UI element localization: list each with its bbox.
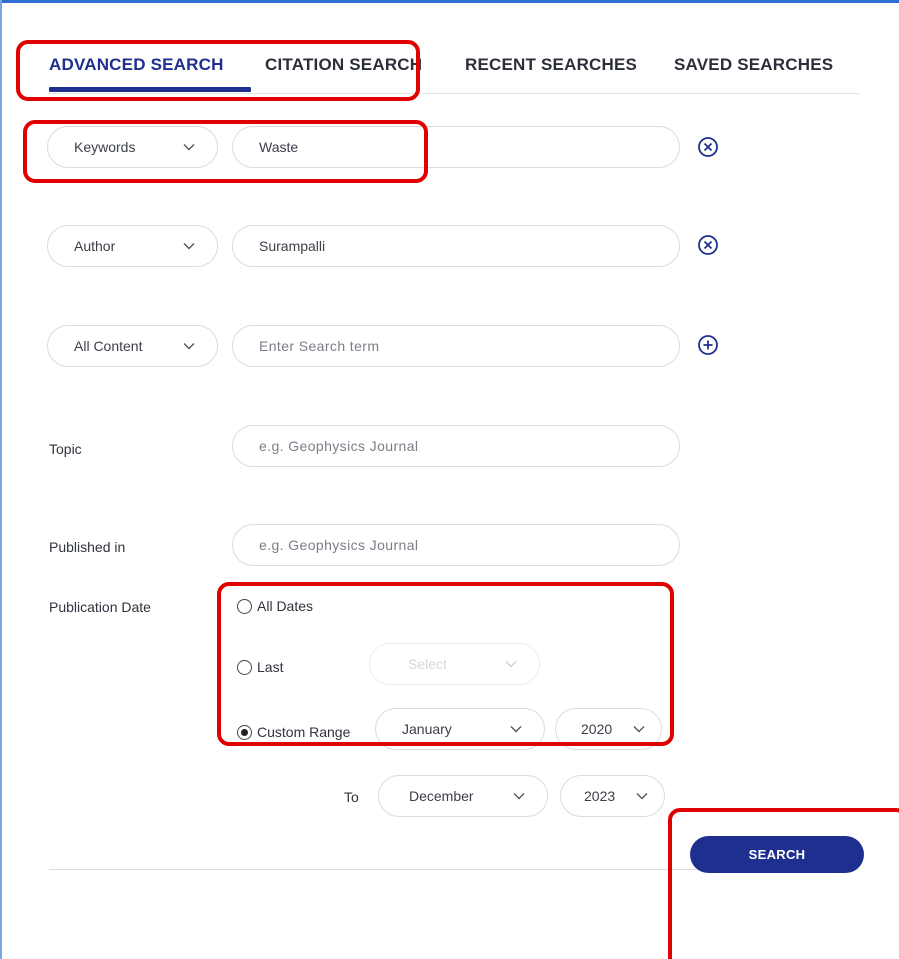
tab-recent-searches[interactable]: RECENT SEARCHES — [465, 55, 637, 75]
from-month-value: January — [402, 721, 452, 737]
radio-circle — [237, 724, 252, 740]
field-select-label: All Content — [74, 338, 143, 354]
topic-input[interactable]: e.g. Geophysics Journal — [232, 425, 680, 467]
chevron-down-icon — [633, 723, 645, 735]
field-select-keywords[interactable]: Keywords — [47, 126, 218, 168]
close-circle-icon[interactable] — [697, 136, 719, 158]
radio-circle — [237, 659, 252, 675]
radio-custom-range[interactable]: Custom Range — [237, 724, 350, 740]
search-term-input-all-content[interactable]: Enter Search term — [232, 325, 680, 367]
left-border — [0, 0, 2, 959]
to-label: To — [344, 789, 359, 805]
search-term-value: Surampalli — [259, 238, 326, 254]
search-term-input-keywords[interactable]: Waste — [232, 126, 680, 168]
active-tab-indicator — [49, 87, 251, 92]
close-circle-icon[interactable] — [697, 234, 719, 256]
search-term-value: Waste — [259, 139, 299, 155]
search-term-input-author[interactable]: Surampalli — [232, 225, 680, 267]
from-year-value: 2020 — [581, 721, 613, 737]
field-select-label: Keywords — [74, 139, 136, 155]
chevron-down-icon — [513, 790, 525, 802]
chevron-down-icon — [183, 340, 195, 352]
to-year-select[interactable]: 2023 — [560, 775, 665, 817]
published-in-input[interactable]: e.g. Geophysics Journal — [232, 524, 680, 566]
radio-last[interactable]: Last — [237, 659, 283, 675]
chevron-down-icon — [183, 240, 195, 252]
topic-label: Topic — [49, 441, 82, 457]
top-accent-bar — [0, 0, 899, 3]
field-select-label: Author — [74, 238, 116, 254]
to-year-value: 2023 — [584, 788, 616, 804]
radio-all-dates[interactable]: All Dates — [237, 598, 313, 614]
to-month-select[interactable]: December — [378, 775, 548, 817]
published-in-placeholder: e.g. Geophysics Journal — [259, 537, 419, 553]
last-period-placeholder: Select — [408, 656, 447, 672]
search-term-placeholder: Enter Search term — [259, 338, 380, 354]
from-year-select[interactable]: 2020 — [555, 708, 662, 750]
published-in-label: Published in — [49, 539, 126, 555]
radio-label: All Dates — [257, 598, 314, 614]
to-month-value: December — [409, 788, 474, 804]
field-select-all-content[interactable]: All Content — [47, 325, 218, 367]
last-period-select[interactable]: Select — [369, 643, 540, 685]
from-month-select[interactable]: January — [375, 708, 545, 750]
field-select-author[interactable]: Author — [47, 225, 218, 267]
search-button[interactable]: SEARCH — [690, 836, 864, 873]
publication-date-label: Publication Date — [49, 599, 151, 615]
tab-divider — [49, 93, 859, 94]
tab-citation-search[interactable]: CITATION SEARCH — [265, 55, 422, 75]
tab-saved-searches[interactable]: SAVED SEARCHES — [674, 55, 833, 75]
topic-placeholder: e.g. Geophysics Journal — [259, 438, 419, 454]
highlight-box-search — [668, 808, 899, 959]
chevron-down-icon — [510, 723, 522, 735]
chevron-down-icon — [505, 658, 517, 670]
radio-label: Custom Range — [257, 724, 351, 740]
radio-label: Last — [257, 659, 284, 675]
plus-circle-icon[interactable] — [697, 334, 719, 356]
chevron-down-icon — [636, 790, 648, 802]
radio-circle — [237, 598, 252, 614]
tab-advanced-search[interactable]: ADVANCED SEARCH — [49, 55, 224, 75]
chevron-down-icon — [183, 141, 195, 153]
